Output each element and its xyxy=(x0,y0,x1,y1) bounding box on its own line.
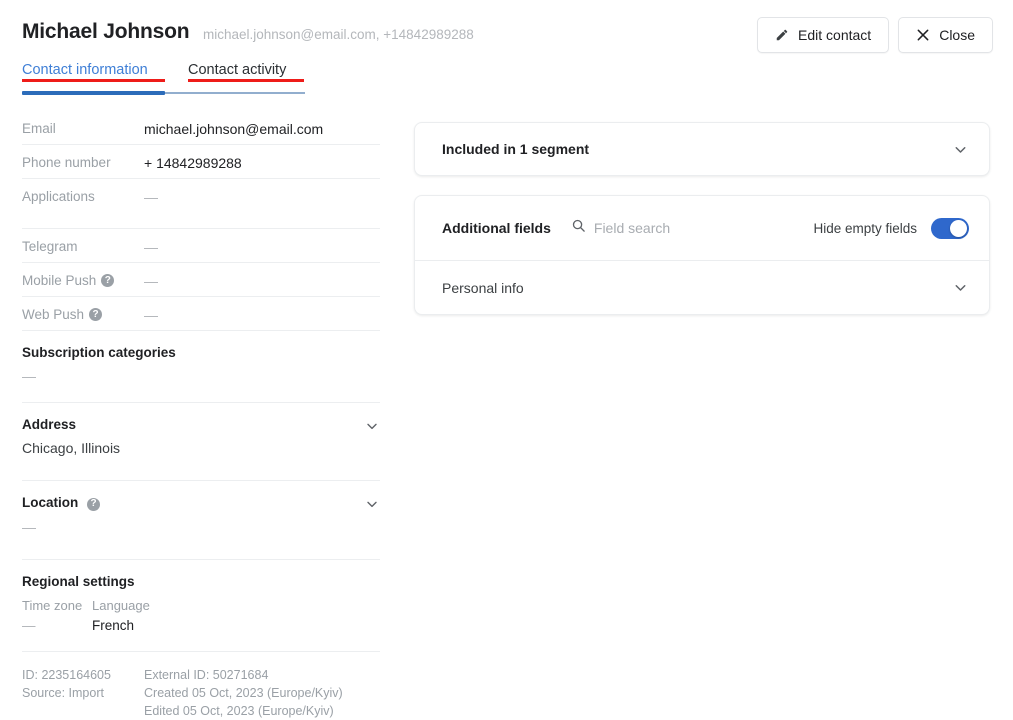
field-search-input[interactable] xyxy=(593,220,794,236)
meta-id: ID: 2235164605 xyxy=(22,667,111,682)
tabs: Contact information Contact activity xyxy=(22,62,305,95)
section-title: Location ? xyxy=(22,495,380,511)
additional-fields-header: Additional fields Hide empty fields xyxy=(415,196,989,260)
tabstrip: Contact information Contact activity xyxy=(22,62,304,87)
field-row-applications: Applications — xyxy=(22,179,380,228)
chevron-down-icon[interactable] xyxy=(952,279,969,296)
meta-edited: Edited 05 Oct, 2023 (Europe/Kyiv) xyxy=(144,703,334,718)
close-label: Close xyxy=(939,27,975,43)
page-header: Michael Johnson michael.johnson@email.co… xyxy=(0,0,1013,60)
section-title: Regional settings xyxy=(22,573,135,589)
field-label: Mobile Push ? xyxy=(22,263,144,288)
hide-empty-fields-control: Hide empty fields xyxy=(813,217,969,239)
section-regional-settings: Regional settings Time zone — Language F… xyxy=(22,560,380,651)
regional-values: Time zone — Language French xyxy=(22,598,380,633)
field-value: — xyxy=(144,307,158,323)
help-icon[interactable]: ? xyxy=(89,308,103,321)
field-label: Web Push ? xyxy=(22,297,144,322)
meta-source: Source: Import xyxy=(22,685,104,700)
search-icon xyxy=(571,218,586,238)
section-subscription-categories: Subscription categories — xyxy=(22,331,380,402)
tab-contact-activity[interactable]: Contact activity xyxy=(188,62,304,87)
meta-column-right: External ID: 50271684 Created 05 Oct, 20… xyxy=(144,666,343,720)
section-title-text: Location xyxy=(22,495,79,510)
field-label-text: Web Push xyxy=(22,307,85,322)
contact-meta: ID: 2235164605 Source: Import External I… xyxy=(22,652,380,720)
close-icon xyxy=(916,28,930,42)
right-panel: Included in 1 segment Additional fields … xyxy=(414,122,990,315)
annotation-underline-tab-1 xyxy=(22,79,165,82)
chevron-down-icon[interactable] xyxy=(364,496,380,512)
field-value: — xyxy=(144,189,158,205)
field-label: Telegram xyxy=(22,239,78,254)
contact-subtitle: michael.johnson@email.com, +14842989288 xyxy=(203,27,474,42)
tab-active-indicator xyxy=(22,91,165,95)
field-row-web-push: Web Push ? — xyxy=(22,297,380,330)
field-label-text: Mobile Push xyxy=(22,273,97,288)
chevron-down-icon[interactable] xyxy=(952,141,969,158)
contact-information-panel: Email michael.johnson@email.com Phone nu… xyxy=(22,111,380,720)
field-value: michael.johnson@email.com xyxy=(144,121,324,137)
close-button[interactable]: Close xyxy=(898,17,993,53)
section-location: Location ? — xyxy=(22,481,380,559)
language-cell: Language French xyxy=(92,598,150,633)
field-group-label: Personal info xyxy=(442,279,524,296)
annotation-underline-tab-2 xyxy=(188,79,304,82)
section-value: Chicago, Illinois xyxy=(22,440,121,456)
help-icon[interactable]: ? xyxy=(101,274,115,287)
tab-contact-information-label: Contact information xyxy=(22,62,148,78)
segments-card[interactable]: Included in 1 segment xyxy=(414,122,990,176)
header-actions: Edit contact Close xyxy=(757,17,993,53)
field-row-telegram: Telegram — xyxy=(22,229,380,262)
meta-created: Created 05 Oct, 2023 (Europe/Kyiv) xyxy=(144,685,343,700)
field-value: — xyxy=(144,239,158,255)
segments-summary: Included in 1 segment xyxy=(442,141,590,157)
edit-contact-button[interactable]: Edit contact xyxy=(757,17,890,53)
language-label: Language xyxy=(92,597,150,613)
field-value: + 14842989288 xyxy=(144,155,242,171)
tab-contact-information[interactable]: Contact information xyxy=(22,62,165,87)
section-value: — xyxy=(22,368,36,384)
field-search[interactable] xyxy=(571,218,794,238)
chevron-down-icon[interactable] xyxy=(364,418,380,434)
field-row-mobile-push: Mobile Push ? — xyxy=(22,263,380,296)
additional-fields-card: Additional fields Hide empty fields xyxy=(414,195,990,315)
toggle-knob xyxy=(950,219,967,237)
additional-fields-title: Additional fields xyxy=(442,220,551,236)
tab-contact-activity-label: Contact activity xyxy=(188,62,287,78)
field-label: Email xyxy=(22,121,56,136)
meta-external-id: External ID: 50271684 xyxy=(144,667,269,682)
section-address: Address Chicago, Illinois xyxy=(22,403,380,480)
timezone-label: Time zone xyxy=(22,597,83,613)
help-icon[interactable]: ? xyxy=(87,497,101,511)
field-label: Applications xyxy=(22,189,95,204)
field-label: Phone number xyxy=(22,155,111,170)
contact-name: Michael Johnson xyxy=(22,20,190,43)
timezone-value: — xyxy=(22,617,36,633)
pencil-icon xyxy=(775,28,789,42)
hide-empty-fields-label: Hide empty fields xyxy=(813,220,917,236)
timezone-cell: Time zone — xyxy=(22,598,92,633)
meta-column-left: ID: 2235164605 Source: Import xyxy=(22,666,144,720)
hide-empty-fields-toggle[interactable] xyxy=(931,217,969,239)
edit-contact-label: Edit contact xyxy=(798,27,872,43)
field-row-phone-number: Phone number + 14842989288 xyxy=(22,145,380,178)
field-row-email: Email michael.johnson@email.com xyxy=(22,111,380,144)
section-title: Subscription categories xyxy=(22,345,176,360)
section-title: Address xyxy=(22,417,77,432)
field-value: — xyxy=(144,273,158,289)
field-group-personal-info[interactable]: Personal info xyxy=(415,261,989,314)
section-value: — xyxy=(22,518,36,535)
language-value: French xyxy=(92,617,135,633)
